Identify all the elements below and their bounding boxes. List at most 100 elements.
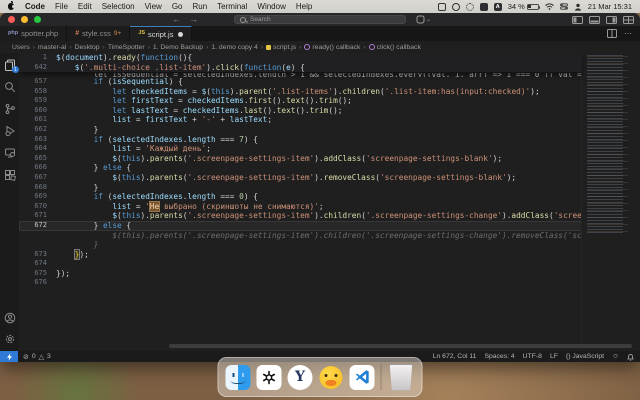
window-title-bar[interactable]: ← → Search ⌄ [0, 13, 640, 26]
indentation[interactable]: Spaces: 4 [484, 353, 514, 360]
tab-script-js[interactable]: JS script.js [130, 26, 193, 41]
code-line[interactable]: 665 $(this).parents('.screenpage-setting… [19, 154, 582, 164]
extensions-icon[interactable] [3, 168, 16, 181]
menu-item-window[interactable]: Window [252, 2, 290, 11]
dock-yandex-icon[interactable]: Y [287, 364, 313, 390]
horizontal-scrollbar[interactable] [169, 344, 632, 348]
code-line[interactable]: 659 let firstText = checkedItems.first()… [19, 96, 582, 106]
code-line[interactable]: $(this).parents('.screenpage-settings-it… [19, 231, 640, 241]
menubar-app-icon[interactable] [479, 2, 488, 11]
code-line[interactable]: 1 $(document).ready(function(){ [19, 53, 582, 63]
code-line[interactable]: 642 $('.multi-choice .list-item').click(… [19, 63, 582, 73]
modified-dot-icon[interactable] [178, 31, 184, 37]
settings-gear-icon[interactable] [3, 332, 16, 345]
toggle-primary-sidebar-icon[interactable] [572, 15, 583, 24]
code-line[interactable]: 674 [19, 259, 582, 269]
nav-back-icon[interactable]: ← [172, 13, 181, 26]
code-line[interactable]: 672 } else { [19, 220, 582, 231]
dock-chatgpt-icon[interactable] [256, 364, 282, 390]
menu-item-file[interactable]: File [50, 2, 73, 11]
tab-spotter-php[interactable]: php spotter.php [0, 26, 68, 41]
profile-dropdown[interactable]: ⌄ [416, 15, 431, 24]
code-line[interactable]: 671 $(this).parents('.screenpage-setting… [19, 211, 640, 221]
breadcrumb-item[interactable]: ready() callback [304, 44, 360, 51]
breadcrumb-item[interactable]: click() callback [368, 44, 421, 51]
code-line[interactable]: 663 if (selectedIndexes.length === 7) { [19, 135, 582, 145]
breadcrumb-item[interactable]: Desktop [75, 44, 100, 51]
breadcrumb-item[interactable]: master-al [38, 44, 66, 51]
minimap[interactable] [581, 53, 640, 351]
dock-trash-icon[interactable] [389, 363, 413, 391]
code-line[interactable]: let isSequential = selectedIndexes.lengt… [19, 73, 582, 77]
code-line[interactable]: 662 } [19, 125, 582, 135]
menu-item-run[interactable]: Run [187, 2, 212, 11]
wifi-icon[interactable] [544, 3, 554, 10]
code-lines[interactable]: let isSequential = selectedIndexes.lengt… [19, 73, 640, 288]
close-window-button[interactable] [8, 16, 15, 23]
menubar-app-icon[interactable] [451, 2, 460, 11]
remote-explorer-icon[interactable] [3, 146, 16, 159]
menu-item-selection[interactable]: Selection [97, 2, 140, 11]
dock-vscode-icon[interactable] [349, 364, 375, 390]
menu-item-view[interactable]: View [140, 2, 167, 11]
command-center-search[interactable]: Search [234, 15, 406, 24]
problems-status[interactable]: ⊘ 0 △ 3 [18, 353, 51, 361]
code-line[interactable]: 670 list = 'Не выбрано (скриншоты не сни… [19, 201, 582, 212]
menu-item-go[interactable]: Go [167, 2, 188, 11]
eol-sequence[interactable]: LF [550, 353, 558, 360]
code-line[interactable]: 676 [19, 278, 582, 288]
minimize-window-button[interactable] [21, 16, 28, 23]
language-mode[interactable]: {} JavaScript [566, 353, 604, 360]
menu-item-code[interactable]: Code [20, 2, 50, 11]
code-line[interactable]: 673 }); [19, 249, 582, 260]
dock-finder-icon[interactable] [225, 364, 251, 390]
input-source-icon[interactable]: A [493, 2, 502, 11]
code-line[interactable]: 668 } [19, 183, 582, 193]
source-control-icon[interactable] [3, 102, 16, 115]
code-line[interactable]: 667 $(this).parents('.screenpage-setting… [19, 173, 582, 183]
battery-indicator[interactable]: 34 % [508, 2, 540, 11]
run-debug-icon[interactable] [3, 124, 16, 137]
menu-item-edit[interactable]: Edit [73, 2, 97, 11]
apple-menu-icon[interactable] [8, 1, 15, 10]
code-line[interactable]: 666 } else { [19, 163, 582, 173]
code-line[interactable]: 657 if (isSequential) { [19, 77, 582, 87]
explorer-icon[interactable]: 1 [3, 58, 19, 73]
toggle-secondary-sidebar-icon[interactable] [606, 15, 617, 24]
menubar-clock[interactable]: 21 Mar 15:31 [588, 2, 632, 11]
cursor-position[interactable]: Ln 672, Col 11 [433, 353, 477, 360]
code-editor[interactable]: 1 $(document).ready(function(){642 $('.mu… [19, 53, 640, 351]
more-actions-icon[interactable]: ⋯ [624, 29, 632, 38]
dock-duck-icon[interactable] [319, 365, 344, 390]
menubar-app-icon[interactable] [437, 2, 446, 11]
code-line[interactable]: 660 let lastText = checkedItems.last().t… [19, 106, 582, 116]
code-line[interactable]: } [19, 240, 582, 250]
search-sidebar-icon[interactable] [3, 80, 16, 93]
breadcrumb-item[interactable]: 1. demo copy 4 [211, 44, 257, 51]
menu-item-help[interactable]: Help [291, 2, 317, 11]
code-line[interactable]: 675}); [19, 269, 582, 279]
sticky-scroll[interactable]: 1 $(document).ready(function(){642 $('.mu… [19, 53, 582, 73]
tab-style-css[interactable]: # style.css 9+ [67, 26, 131, 41]
breadcrumb-item[interactable]: Users [12, 44, 30, 51]
accounts-icon[interactable] [3, 311, 16, 324]
encoding[interactable]: UTF-8 [523, 353, 542, 360]
notifications-bell-icon[interactable] [627, 353, 634, 361]
code-line[interactable]: 669 if (selectedIndexes.length === 0) { [19, 192, 582, 202]
control-center-icon[interactable] [559, 3, 568, 10]
breadcrumb-item[interactable]: TimeSpotter [108, 44, 145, 51]
feedback-icon[interactable]: ☺ [612, 353, 619, 360]
breadcrumb-item[interactable]: script.js [266, 44, 296, 51]
menubar-app-icon[interactable] [465, 2, 474, 11]
nav-forward-icon[interactable]: → [189, 13, 198, 26]
menu-item-terminal[interactable]: Terminal [212, 2, 252, 11]
code-line[interactable]: 658 let checkedItems = $(this).parent('.… [19, 87, 582, 97]
split-editor-icon[interactable] [607, 29, 617, 38]
code-line[interactable]: 664 list = 'Каждый день'; [19, 144, 582, 154]
toggle-panel-icon[interactable] [589, 15, 600, 24]
breadcrumb-item[interactable]: 1. Demo Backup [153, 44, 203, 51]
remote-indicator[interactable] [0, 351, 18, 362]
customize-layout-icon[interactable] [623, 15, 634, 24]
code-line[interactable]: 661 list = firstText + '-' + lastText; [19, 115, 582, 125]
user-account-icon[interactable] [574, 3, 582, 11]
